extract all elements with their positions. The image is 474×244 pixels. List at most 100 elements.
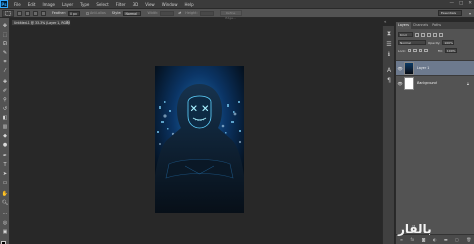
info-icon[interactable]: ℹ [385,50,393,58]
intersect-selection-icon[interactable] [41,10,46,16]
tab-channels[interactable]: Channels [411,22,430,29]
path-selection-tool-icon[interactable]: ➤ [1,170,9,177]
layer-row-layer-1[interactable]: 👁︎ Layer 1 [396,60,474,75]
document-close-icon[interactable]: × [66,19,69,24]
menu-file[interactable]: File [14,2,21,7]
layer-row-background[interactable]: 👁︎ Background 🔒︎ [396,75,474,90]
character-icon[interactable]: A [385,66,393,74]
screen-mode-icon[interactable]: ▣ [1,228,9,235]
menu-bar: Ps File Edit Image Layer Type Select Fil… [0,0,474,8]
eye-icon[interactable]: 👁︎ [396,66,404,71]
workspace-select[interactable]: Essentials [438,10,462,16]
edit-toolbar-icon[interactable]: ⋯ [1,210,9,217]
menu-layer[interactable]: Layer [62,2,73,7]
menu-help[interactable]: Help [184,2,193,7]
height-input[interactable] [199,10,214,16]
menu-edit[interactable]: Edit [28,2,36,7]
adjustment-filter-icon[interactable] [421,32,425,37]
quick-select-tool-icon[interactable]: ✎ [1,49,9,56]
window-controls: — □ ✕ [449,1,472,6]
document-canvas[interactable] [155,66,244,213]
fill-input[interactable]: 100% [444,48,457,53]
opacity-input[interactable]: 100% [442,40,455,45]
width-input[interactable] [160,10,175,16]
properties-icon[interactable]: ☰ [385,40,393,48]
move-tool-icon[interactable]: ✥ [1,22,9,29]
swap-icon[interactable]: ⇄ [178,11,181,15]
history-icon[interactable]: ⧗ [385,30,393,38]
lock-all-icon[interactable] [424,48,428,53]
marquee-tool-preset[interactable] [2,9,14,17]
lock-position-icon[interactable] [418,48,423,53]
refine-edge-button[interactable]: Refine Edge... [219,10,242,20]
eraser-tool-icon[interactable]: ◧ [1,114,9,121]
tab-paths[interactable]: Paths [430,22,443,29]
feather-input[interactable]: 0 px [67,10,80,16]
lock-transparent-icon[interactable] [407,48,412,53]
subtract-selection-icon[interactable] [33,10,38,16]
clone-stamp-tool-icon[interactable]: ⚲ [1,96,9,103]
brush-tool-icon[interactable]: ✐ [1,87,9,94]
paragraph-icon[interactable]: ¶ [385,76,393,84]
menu-type[interactable]: Type [80,2,89,7]
type-tool-icon[interactable]: T [1,161,9,168]
crop-tool-icon[interactable]: ⌗ [1,58,9,65]
style-select[interactable]: Normal [123,10,142,16]
menu-3d[interactable]: 3D [133,2,139,7]
shape-tool-icon[interactable]: ▭ [1,179,9,186]
zoom-tool-icon[interactable]: 🔍︎ [1,199,9,206]
quick-mask-icon[interactable]: ◎ [1,219,9,226]
minimize-button[interactable]: — [449,1,454,6]
add-selection-icon[interactable] [25,10,30,16]
workspace-dropdown-icon[interactable]: ▾ [469,11,471,16]
trash-icon[interactable]: 🗑︎ [466,237,471,242]
eye-icon[interactable]: 👁︎ [396,81,404,86]
fx-icon[interactable]: fx [410,237,414,242]
canvas-artwork [155,66,244,213]
height-label: Height: [185,11,198,15]
marquee-icon [5,10,11,16]
antialias-checkbox[interactable] [85,11,89,15]
lasso-tool-icon[interactable]: ᘏ [1,40,9,47]
link-icon[interactable]: ∞ [400,237,403,242]
blur-tool-icon[interactable]: ◆ [1,132,9,139]
menu-window[interactable]: Window [162,2,178,7]
menu-filter[interactable]: Filter [116,2,126,7]
type-filter-icon[interactable] [427,32,431,37]
collapse-panels-icon[interactable]: « [384,19,386,24]
shape-filter-icon[interactable] [433,32,437,37]
opacity-label: Opacity: [428,40,441,45]
new-selection-icon[interactable] [17,10,22,16]
menu-select[interactable]: Select [96,2,108,7]
dodge-tool-icon[interactable]: ● [1,141,9,148]
pixel-filter-icon[interactable] [415,32,419,37]
lock-image-icon[interactable] [413,48,417,53]
document-tab[interactable]: Untitled-1 @ 33.3% (Layer 1, RGB/8) * [11,19,71,26]
marquee-tool-icon[interactable]: ⬚ [1,31,9,38]
history-brush-tool-icon[interactable]: ↺ [1,105,9,112]
kind-filter-select[interactable]: Kind [398,32,413,37]
photoshop-logo: Ps [0,0,8,8]
tab-layers[interactable]: Layers [396,22,411,29]
pen-tool-icon[interactable]: ✒ [1,152,9,159]
lock-row: Lock: Fill: 100% [398,48,457,53]
maximize-button[interactable]: □ [459,1,463,6]
gradient-tool-icon[interactable]: ▥ [1,123,9,130]
smart-object-filter-icon[interactable] [439,32,443,37]
options-bar: Feather: 0 px Anti-alias Style: Normal W… [0,8,474,20]
mask-icon[interactable]: ◙ [422,237,426,242]
layer-name: Background [417,81,437,85]
feather-label: Feather: [52,11,66,15]
adjustment-icon[interactable]: ◐ [433,237,437,242]
new-layer-icon[interactable]: ▢ [455,237,459,242]
healing-brush-tool-icon[interactable]: ✚ [1,78,9,85]
fill-label: Fill: [437,48,443,53]
menu-view[interactable]: View [145,2,155,7]
hand-tool-icon[interactable]: ✋ [1,190,9,197]
menu-image[interactable]: Image [42,2,55,7]
close-button[interactable]: ✕ [468,1,472,6]
eyedropper-tool-icon[interactable]: ⁄ [1,67,9,74]
group-icon[interactable]: ▬ [444,237,448,242]
blend-mode-select[interactable]: Normal [398,40,426,45]
tools-panel: ✥ ⬚ ᘏ ✎ ⌗ ⁄ ✚ ✐ ⚲ ↺ ◧ ▥ ◆ ● ✒ T ➤ ▭ ✋ 🔍︎… [0,18,10,244]
